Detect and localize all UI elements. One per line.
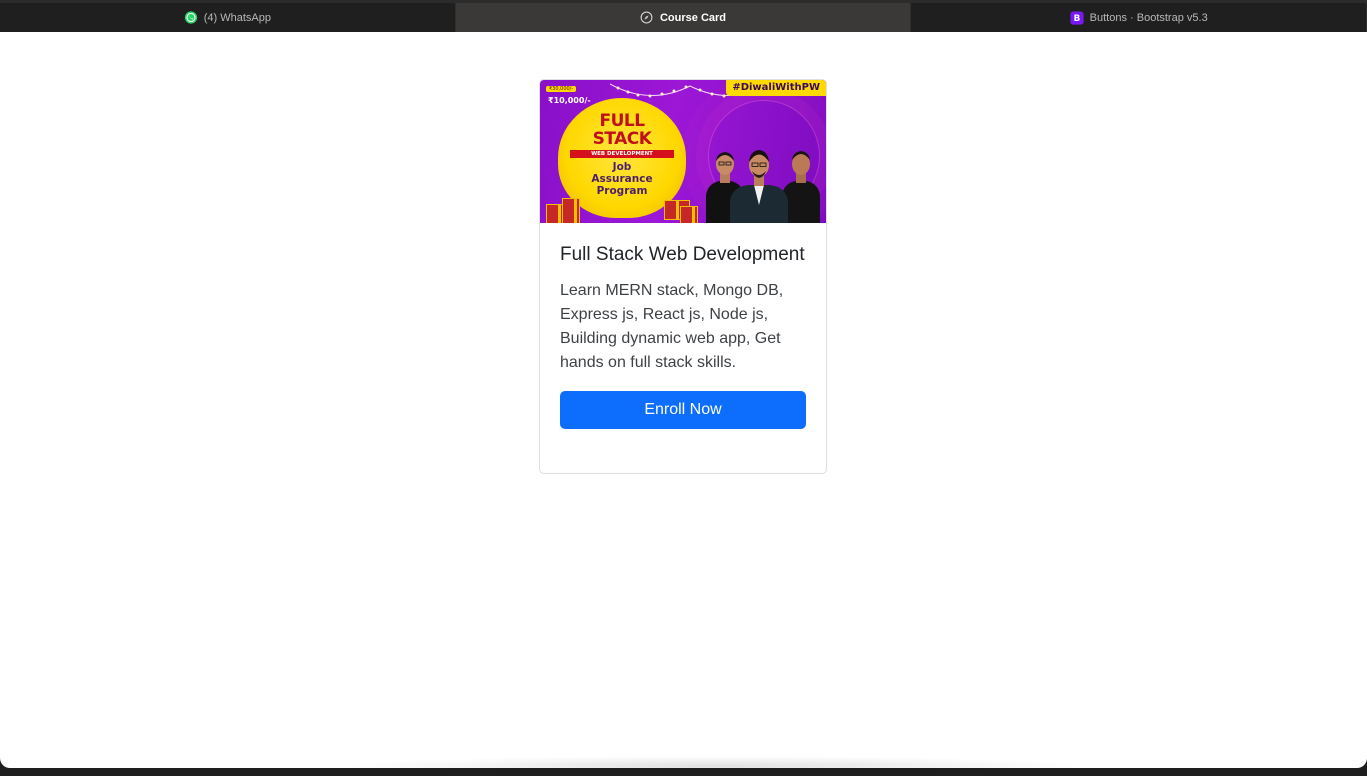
badge-title-line1: FULL: [599, 111, 645, 131]
window-shadow: [340, 756, 1090, 776]
tab-whatsapp[interactable]: (4) WhatsApp: [0, 3, 456, 32]
badge-sub-line1: Job: [612, 161, 632, 173]
tab-label: Buttons · Bootstrap v5.3: [1089, 11, 1208, 24]
old-price: ₹30,000/-: [546, 86, 577, 92]
badge-ribbon: WEB DEVELOPMENT: [570, 150, 674, 158]
card-body: Full Stack Web Development Learn MERN st…: [540, 223, 826, 429]
gift-box-icon: [562, 198, 580, 223]
badge-title-line2: STACK: [592, 129, 652, 149]
compass-icon: [640, 11, 654, 25]
tab-course-card[interactable]: Course Card: [455, 3, 912, 32]
bootstrap-icon: B: [1070, 10, 1084, 25]
browser-tab-bar: (4) WhatsApp Course Card B Buttons · Boo…: [0, 0, 1367, 32]
course-banner-image: ₹30,000/- ₹10,000/- #DiwaliWithPW FULL ST…: [540, 80, 826, 223]
card-description: Learn MERN stack, Mongo DB, Express js, …: [560, 282, 784, 371]
tab-bootstrap-buttons[interactable]: B Buttons · Bootstrap v5.3: [911, 3, 1367, 32]
whatsapp-icon: [184, 11, 198, 25]
course-card: ₹30,000/- ₹10,000/- #DiwaliWithPW FULL ST…: [539, 79, 827, 474]
tab-label: (4) WhatsApp: [203, 11, 271, 24]
gift-box-icon: [680, 206, 698, 223]
hashtag-badge: #DiwaliWithPW: [726, 80, 826, 96]
badge-sub-line2: Assurance: [591, 173, 653, 185]
instructors-photo: [706, 150, 820, 223]
tab-label: Course Card: [659, 11, 727, 24]
enroll-now-button[interactable]: Enroll Now: [560, 391, 806, 429]
svg-text:B: B: [1073, 14, 1080, 24]
page-viewport: ₹30,000/- ₹10,000/- #DiwaliWithPW FULL ST…: [0, 32, 1367, 768]
badge-sub-line3: Program: [596, 185, 648, 197]
new-price: ₹10,000/-: [548, 96, 591, 105]
card-title: Full Stack Web Development: [560, 244, 805, 265]
